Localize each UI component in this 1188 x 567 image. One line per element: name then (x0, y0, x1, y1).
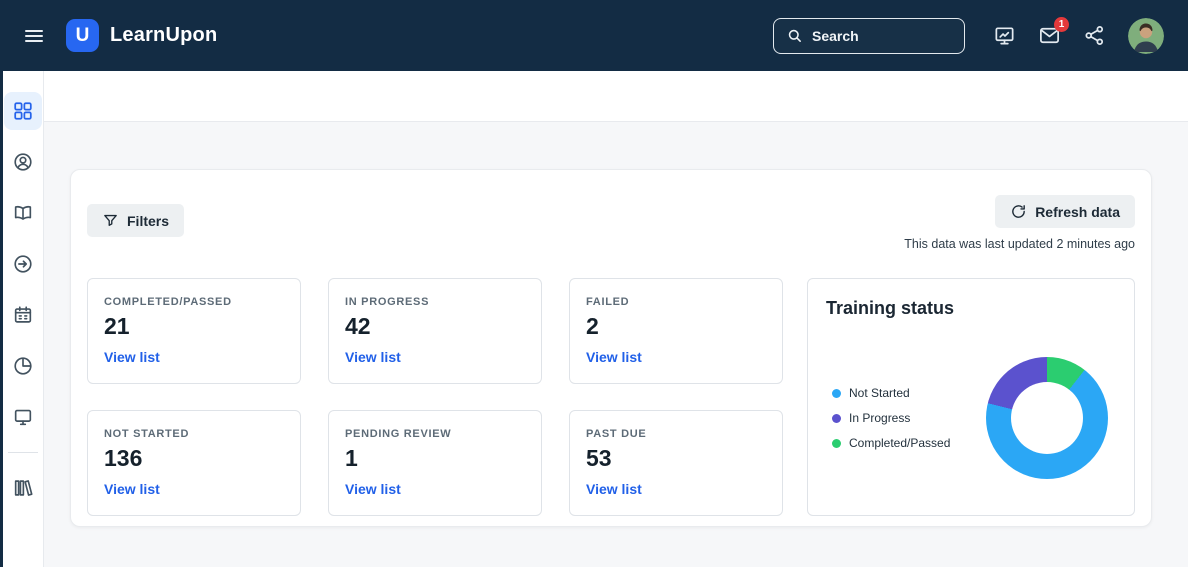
dashboard-panel: Filters Refresh data This data was last … (70, 169, 1152, 527)
legend-label: Not Started (849, 386, 910, 400)
stat-label: IN PROGRESS (345, 296, 430, 308)
stat-value: 1 (345, 445, 358, 471)
filter-funnel-icon (104, 214, 117, 226)
legend-dot (832, 388, 841, 398)
view-list-link[interactable]: View list (345, 349, 525, 365)
stat-value: 21 (104, 313, 130, 339)
enrollments-icon (14, 255, 32, 273)
sidebar-item-catalog[interactable] (4, 469, 42, 507)
stat-card-failed: FAILED 2 View list (569, 278, 783, 384)
sidebar-divider (7, 452, 38, 453)
last-updated-text: This data was last updated 2 minutes ago (904, 237, 1135, 251)
stat-value: 42 (345, 313, 371, 339)
legend-label: In Progress (849, 411, 911, 425)
user-avatar[interactable] (1128, 17, 1164, 54)
refresh-data-button[interactable]: Refresh data (995, 195, 1135, 228)
training-status-title: Training status (826, 298, 955, 318)
stat-label: PAST DUE (586, 428, 647, 440)
display-icon[interactable] (993, 24, 1016, 47)
legend-dot (832, 438, 841, 448)
stat-value: 2 (586, 313, 599, 339)
navbar-icons: 1 (993, 17, 1164, 54)
refresh-button-label: Refresh data (1035, 203, 1120, 220)
view-list-link[interactable]: View list (104, 349, 284, 365)
stat-value: 136 (104, 445, 143, 471)
sidebar-item-courses[interactable] (4, 194, 42, 232)
search-input[interactable] (812, 27, 952, 44)
stat-label: PENDING REVIEW (345, 428, 452, 440)
legend-label: Completed/Passed (849, 436, 951, 450)
filters-button[interactable]: Filters (87, 204, 185, 237)
refresh-icon (1012, 205, 1026, 218)
stat-card-not-started: NOT STARTED 136 View list (87, 410, 301, 516)
stat-card-completed-passed: COMPLETED/PASSED 21 View list (87, 278, 301, 384)
legend-dot (832, 413, 841, 423)
content-area: Filters Refresh data This data was last … (44, 122, 1188, 567)
view-list-link[interactable]: View list (586, 481, 766, 497)
top-navbar: U LearnUpon 1 (0, 0, 1188, 71)
sidebar-item-screen[interactable] (4, 398, 42, 436)
sessions-calendar-icon (14, 306, 32, 323)
view-list-link[interactable]: View list (104, 481, 284, 497)
sidebar-item-users[interactable] (4, 143, 42, 181)
sidebar (2, 71, 44, 567)
view-list-link[interactable]: View list (586, 349, 766, 365)
main-area: Filters Refresh data This data was last … (44, 71, 1188, 567)
screen-icon (14, 409, 32, 426)
legend-item-not-started: Not Started (832, 386, 950, 400)
stat-card-in-progress: IN PROGRESS 42 View list (328, 278, 542, 384)
share-network-icon[interactable] (1083, 24, 1106, 47)
brand-logo-group[interactable]: U LearnUpon (66, 19, 217, 52)
donut-hole (1011, 382, 1083, 454)
stat-label: FAILED (586, 296, 630, 308)
brand-name: LearnUpon (110, 24, 218, 46)
stats-grid: COMPLETED/PASSED 21 View list IN PROGRES… (87, 278, 783, 516)
courses-book-icon (14, 205, 32, 220)
sidebar-item-reports[interactable] (4, 347, 42, 385)
view-list-link[interactable]: View list (345, 481, 525, 497)
mail-icon[interactable]: 1 (1038, 17, 1069, 47)
chart-legend: Not Started In Progress Completed/Passed (832, 386, 950, 450)
hamburger-menu-icon[interactable] (22, 24, 46, 48)
mail-badge: 1 (1054, 17, 1069, 32)
dashboard-grid-icon (14, 102, 32, 120)
catalog-library-icon (14, 480, 33, 496)
filters-button-label: Filters (127, 212, 170, 229)
sidebar-item-sessions[interactable] (4, 296, 42, 334)
stat-card-pending-review: PENDING REVIEW 1 View list (328, 410, 542, 516)
reports-pie-icon (14, 357, 32, 375)
legend-item-in-progress: In Progress (832, 411, 950, 425)
training-status-donut (986, 357, 1108, 479)
stat-value: 53 (586, 445, 612, 471)
stat-label: NOT STARTED (104, 428, 190, 440)
users-icon (14, 153, 32, 171)
training-status-card: Training status Not Started In Progress (807, 278, 1135, 516)
search-box[interactable] (773, 17, 965, 54)
stat-card-past-due: PAST DUE 53 View list (569, 410, 783, 516)
search-icon (786, 27, 803, 44)
learnupon-logo-icon: U (66, 19, 99, 52)
sidebar-item-dashboard[interactable] (3, 92, 42, 130)
stat-label: COMPLETED/PASSED (104, 296, 232, 308)
legend-item-completed-passed: Completed/Passed (832, 436, 950, 450)
page-header-strip (44, 71, 1188, 122)
sidebar-item-enrollments[interactable] (4, 245, 42, 283)
